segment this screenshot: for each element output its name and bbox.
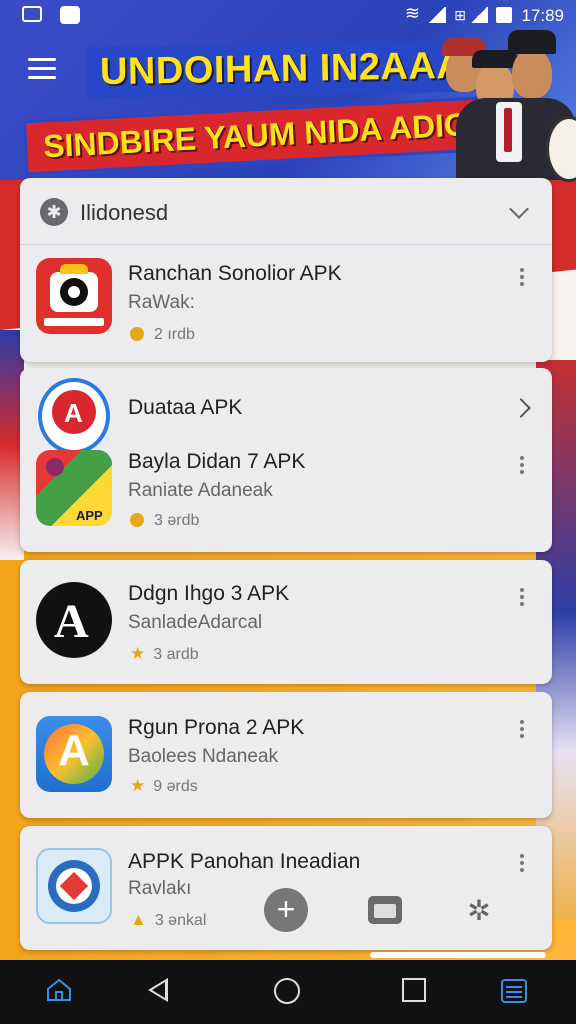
app-icon-badge: APP xyxy=(76,508,103,523)
notification-icon xyxy=(60,6,80,24)
list-item[interactable]: Ranchan Sonolior APK RaWak: 2 ırdb xyxy=(20,244,552,362)
app-title: Bayla Didan 7 APK xyxy=(128,450,306,473)
hamburger-menu-icon[interactable] xyxy=(28,58,56,80)
app-meta: ★ 9 ərds xyxy=(130,776,198,795)
banner-title: UNDOIHAN IN2AAA xyxy=(85,40,479,99)
scroll-indicator xyxy=(370,952,546,958)
app-icon xyxy=(36,848,112,924)
settings-icon[interactable]: ✲ xyxy=(464,896,494,926)
clock: 17:89 xyxy=(521,6,564,25)
home-icon[interactable] xyxy=(46,978,72,1002)
app-subtitle: SanladeAdarcal xyxy=(128,612,263,633)
warning-icon: ▲ xyxy=(130,910,147,929)
region-icon: ✱ xyxy=(40,198,68,226)
more-options-icon[interactable] xyxy=(520,854,524,875)
app-subtitle: Raniate Adaneak xyxy=(128,480,273,501)
wifi-icon: ≋ xyxy=(404,3,420,23)
apps-icon[interactable] xyxy=(500,978,528,1004)
app-icon: A xyxy=(36,716,112,792)
chevron-down-icon[interactable] xyxy=(509,199,529,219)
more-options-icon[interactable] xyxy=(520,456,524,477)
app-meta: ▲ 3 ənkal xyxy=(130,910,207,929)
folder-button[interactable] xyxy=(368,896,402,924)
gallery-icon xyxy=(22,6,42,22)
more-options-icon[interactable] xyxy=(520,588,524,609)
navigation-bar xyxy=(0,960,576,1024)
more-options-icon[interactable] xyxy=(520,268,524,289)
list-item[interactable]: APP Bayla Didan 7 APK Raniate Adaneak 3 … xyxy=(20,442,552,552)
app-title: Ddgn Ihgo 3 APK xyxy=(128,582,290,605)
recents-icon[interactable] xyxy=(402,978,426,1002)
rating-icon xyxy=(130,513,144,527)
app-list-card: A Duataa APK APP Bayla Didan 7 APK Rania… xyxy=(20,368,552,552)
app-title: Duataa APK xyxy=(128,396,243,419)
signal-strength-icon xyxy=(470,7,488,23)
app-meta: 3 ərdb xyxy=(130,512,199,530)
app-title: APPK Panohan Ineadian xyxy=(128,850,361,873)
data-icon: ⊞ xyxy=(454,7,466,23)
app-list-card: ✱ Ilidonesd Ranchan Sonolior APK RaWak: … xyxy=(20,178,552,362)
add-button[interactable]: + xyxy=(264,888,308,932)
more-options-icon[interactable] xyxy=(520,720,524,741)
battery-icon xyxy=(496,7,512,23)
app-title: Ranchan Sonolior APK xyxy=(128,262,342,285)
list-item[interactable]: A Rgun Prona 2 APK Baolees Ndaneak ★ 9 ər… xyxy=(20,692,552,818)
app-icon xyxy=(36,258,112,334)
star-icon: ★ xyxy=(130,644,146,663)
app-list-card: A Ddgn Ihgo 3 APK SanladeAdarcal ★ 3 ardb xyxy=(20,560,552,684)
app-subtitle: RaWak: xyxy=(128,292,195,313)
people-illustration xyxy=(436,28,576,182)
country-label: Ilidonesd xyxy=(80,200,169,225)
rating-icon xyxy=(130,327,144,341)
back-icon[interactable] xyxy=(148,978,168,1002)
app-icon: A xyxy=(36,582,112,658)
app-icon: APP xyxy=(36,450,112,526)
app-list-card: A Rgun Prona 2 APK Baolees Ndaneak ★ 9 ər… xyxy=(20,692,552,818)
star-icon: ★ xyxy=(130,776,146,795)
list-item[interactable]: A Ddgn Ihgo 3 APK SanladeAdarcal ★ 3 ardb xyxy=(20,560,552,684)
chevron-right-icon[interactable] xyxy=(511,398,531,418)
app-subtitle: Ravlakı xyxy=(128,878,192,899)
app-meta: ★ 3 ardb xyxy=(130,644,199,663)
list-item[interactable]: A Duataa APK xyxy=(20,368,552,454)
app-title: Rgun Prona 2 APK xyxy=(128,716,305,739)
signal-icon xyxy=(428,7,446,23)
app-subtitle: Baolees Ndaneak xyxy=(128,746,278,767)
home-circle-icon[interactable] xyxy=(274,978,300,1004)
app-meta: 2 ırdb xyxy=(130,326,195,344)
country-selector[interactable]: ✱ Ilidonesd xyxy=(20,178,552,245)
